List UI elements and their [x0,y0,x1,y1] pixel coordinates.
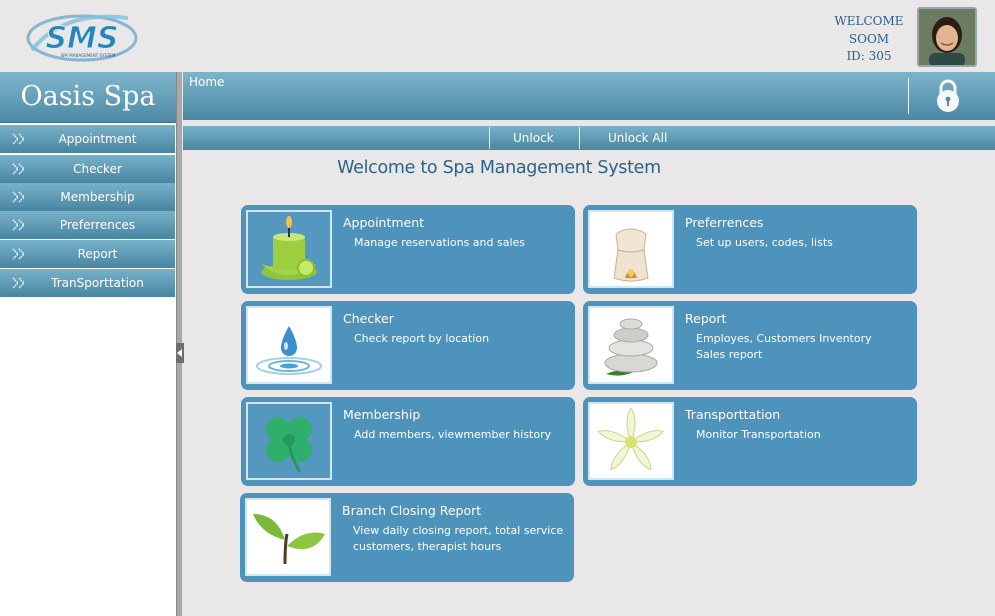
padlock-icon[interactable] [933,78,963,114]
card-preferrences[interactable]: Preferrences Set up users, codes, lists [583,205,917,294]
sidebar: Oasis Spa [0,72,176,616]
card-description: Employes, Customers Inventory Sales repo… [696,332,872,361]
water-drop-icon [246,306,332,384]
double-arrow-icon [12,219,26,231]
card-title: Branch Closing Report [342,503,482,518]
card-title: Transporttation [685,407,781,422]
leaves-icon [245,498,331,576]
svg-text:SMS: SMS [45,21,118,56]
sidebar-item-report[interactable]: Report [0,240,175,268]
stacked-stones-icon [588,306,674,384]
breadcrumb-home[interactable]: Home [189,75,224,89]
card-report[interactable]: Report Employes, Customers Inventory Sal… [583,301,917,390]
oil-burner-icon [588,210,674,288]
collapse-sidebar-arrow-icon[interactable] [176,343,184,363]
card-title: Appointment [343,215,425,230]
sidebar-item-label: Appointment [58,132,137,146]
double-arrow-icon [12,277,26,289]
card-title: Report [685,311,727,326]
unlock-button[interactable]: Unlock [513,126,554,150]
card-description: View daily closing report, total service… [353,524,564,553]
unlock-toolbar: Unlock Unlock All [183,126,995,150]
topbar-separator [908,78,909,114]
breadcrumb-bar: Home [183,72,995,120]
card-description: Manage reservations and sales [354,236,526,249]
page-title: Welcome to Spa Management System [337,158,661,178]
sidebar-item-label: Membership [60,190,135,204]
flower-icon [588,402,674,480]
svg-text:SPA MANAGEMENT SYSTEM: SPA MANAGEMENT SYSTEM [61,53,116,58]
sidebar-item-transporttation[interactable]: TranSporttation [0,269,175,297]
card-title: Checker [343,311,394,326]
sidebar-item-label: Report [77,247,118,261]
welcome-label: WELCOME [834,14,904,28]
clover-icon [246,402,332,480]
sidebar-item-checker[interactable]: Checker [0,155,175,183]
sidebar-item-label: Checker [73,162,122,176]
welcome-block: WELCOME SOOM ID: 305 [820,13,918,66]
sidebar-item-preferrences[interactable]: Preferrences [0,211,175,239]
app-header: SMS SPA MANAGEMENT SYSTEM WELCOME SOOM I… [0,0,995,72]
brand-title: Oasis Spa [0,72,176,123]
double-arrow-icon [12,133,26,145]
sidebar-item-membership[interactable]: Membership [0,183,175,211]
card-branch-closing-report[interactable]: Branch Closing Report View daily closing… [240,493,574,582]
card-description: Check report by location [354,332,490,345]
user-avatar[interactable] [917,7,977,67]
card-description: Add members, viewmember history [354,428,552,441]
sms-logo: SMS SPA MANAGEMENT SYSTEM [24,6,142,68]
card-description: Set up users, codes, lists [696,236,833,249]
double-arrow-icon [12,191,26,203]
double-arrow-icon [12,248,26,260]
card-title: Preferrences [685,215,764,230]
sidebar-item-label: Preferrences [59,218,136,232]
unlock-all-button[interactable]: Unlock All [608,126,667,150]
candle-icon [246,210,332,288]
card-membership[interactable]: Membership Add members, viewmember histo… [241,397,575,486]
card-title: Membership [343,407,421,422]
user-id: ID: 305 [846,49,892,63]
card-appointment[interactable]: Appointment Manage reservations and sale… [241,205,575,294]
sidebar-item-appointment[interactable]: Appointment [0,125,175,153]
toolbar-separator [489,127,490,149]
card-transporttation[interactable]: Transporttation Monitor Transportation [583,397,917,486]
double-arrow-icon [12,163,26,175]
toolbar-separator [579,127,580,149]
sidebar-item-label: TranSporttation [51,276,144,290]
card-checker[interactable]: Checker Check report by location [241,301,575,390]
user-name: SOOM [848,31,890,46]
card-description: Monitor Transportation [696,428,821,441]
